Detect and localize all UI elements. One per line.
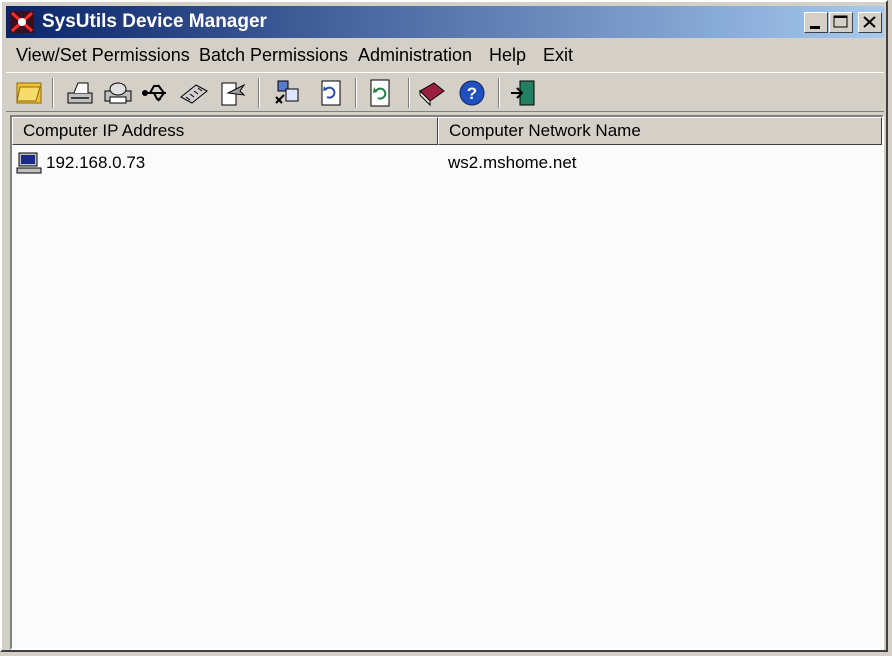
minimize-button[interactable] [804,12,828,33]
main-window: SysUtils Device Manager View/Set Permiss… [0,0,888,652]
open-folder-icon[interactable] [14,77,46,109]
maximize-button[interactable] [829,12,853,33]
menu-administration[interactable]: Administration [358,44,472,66]
toolbar: ? [6,72,884,112]
svg-text:?: ? [467,84,477,103]
usb-icon[interactable] [140,77,172,109]
column-header-network-name[interactable]: Computer Network Name [438,117,882,145]
menu-batch-permissions[interactable]: Batch Permissions [199,44,348,66]
batch-refresh-icon[interactable] [314,77,346,109]
menu-bar: View/Set Permissions Batch Permissions A… [6,40,884,70]
printer-icon[interactable] [102,77,134,109]
computer-icon [16,152,42,174]
row-ip-address[interactable]: 192.168.0.73 [46,153,145,173]
book-icon[interactable] [416,77,448,109]
menu-help[interactable]: Help [489,44,526,66]
removable-drive-icon[interactable] [216,77,248,109]
window-title: SysUtils Device Manager [42,11,267,32]
refresh-icon[interactable] [364,77,396,109]
title-bar[interactable]: SysUtils Device Manager [6,6,884,38]
row-network-name[interactable]: ws2.mshome.net [448,153,577,173]
close-icon [863,16,876,28]
help-icon[interactable]: ? [456,77,488,109]
close-button[interactable] [858,12,882,33]
batch-users-icon[interactable] [272,77,304,109]
minimize-icon [810,26,820,29]
memory-chip-icon[interactable] [178,77,210,109]
exit-door-icon[interactable] [508,77,540,109]
menu-exit[interactable]: Exit [543,44,573,66]
column-header-ip-address[interactable]: Computer IP Address [12,117,438,145]
app-icon [10,11,34,33]
computer-list[interactable]: Computer IP Address Computer Network Nam… [10,115,884,650]
menu-view-set-permissions[interactable]: View/Set Permissions [16,44,190,66]
scanner-icon[interactable] [64,77,96,109]
maximize-icon [833,15,848,28]
